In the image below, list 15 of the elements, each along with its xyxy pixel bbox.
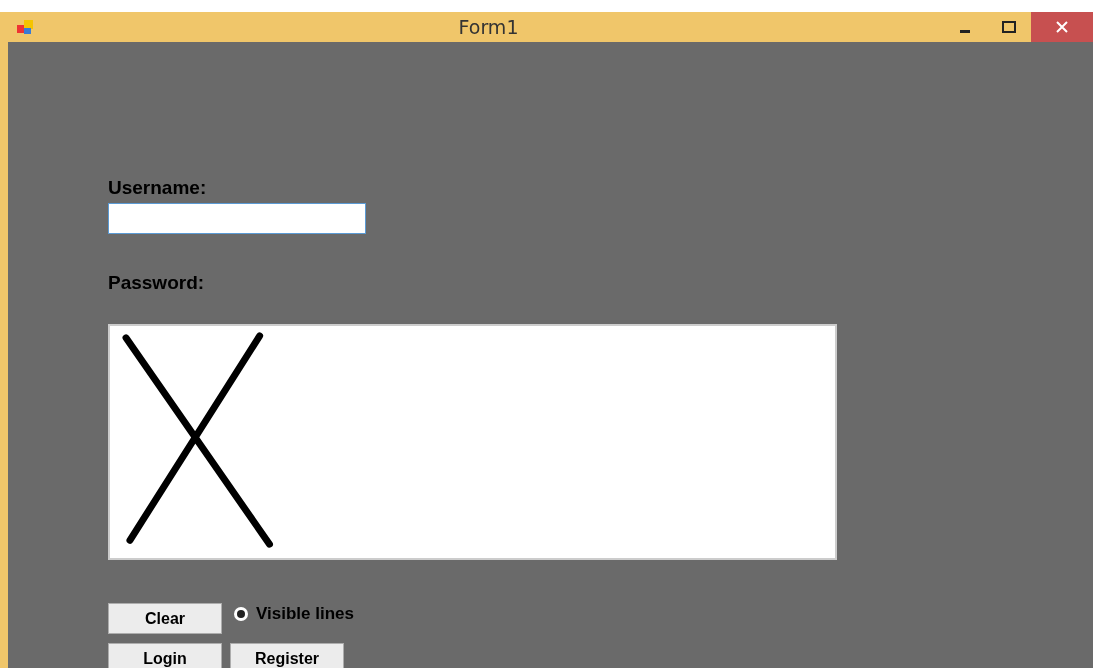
maximize-icon — [1002, 21, 1016, 33]
register-button[interactable]: Register — [230, 643, 344, 668]
app-icon — [16, 18, 34, 36]
close-button[interactable] — [1031, 12, 1093, 42]
username-label: Username: — [108, 177, 208, 199]
drawing-canvas[interactable] — [108, 324, 837, 560]
username-field[interactable] — [108, 203, 366, 234]
clear-button[interactable]: Clear — [108, 603, 222, 634]
radio-label: Visible lines — [256, 603, 354, 625]
password-label: Password: — [108, 272, 206, 294]
login-button[interactable]: Login — [108, 643, 222, 668]
window-title: Form1 — [457, 14, 520, 40]
minimize-icon — [960, 29, 970, 33]
visible-lines-radio[interactable] — [234, 607, 248, 621]
close-icon — [1056, 21, 1068, 33]
